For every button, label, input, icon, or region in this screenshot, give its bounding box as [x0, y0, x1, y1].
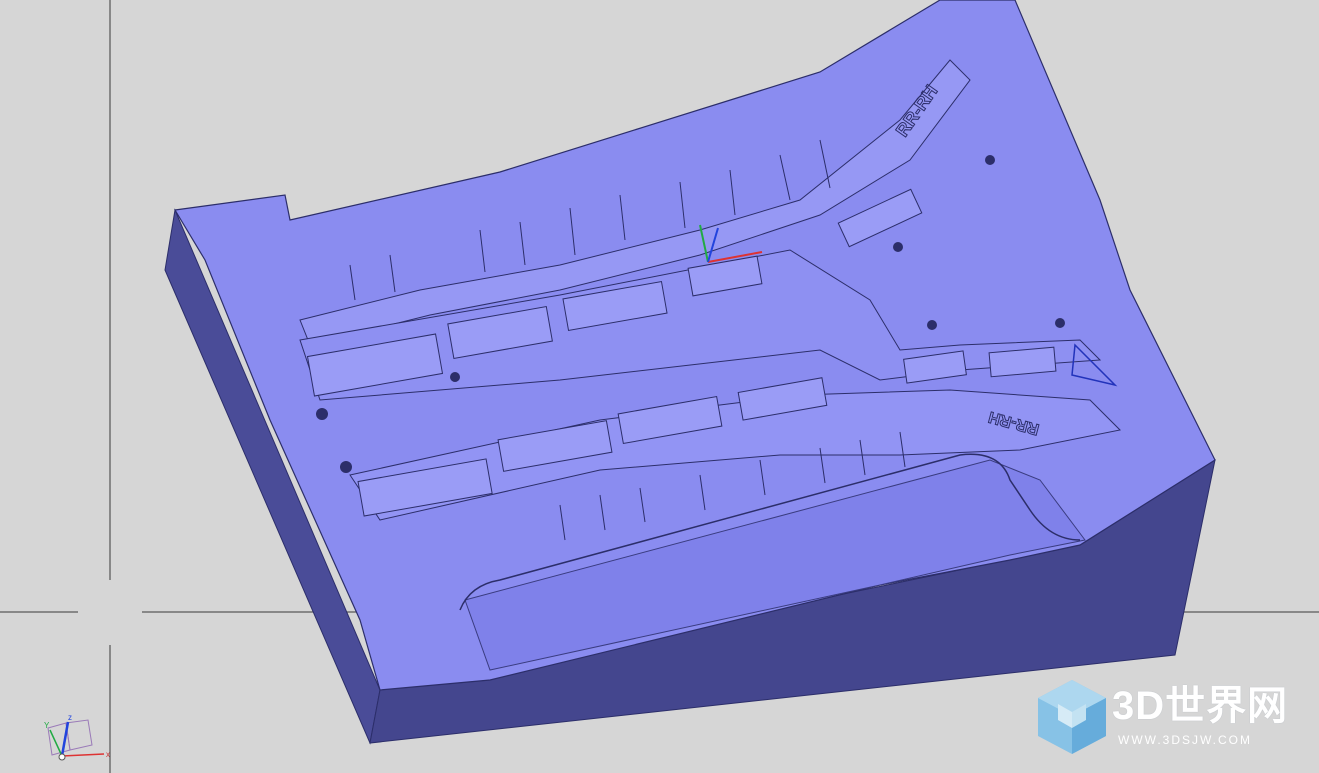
hole [927, 320, 937, 330]
hole [1055, 318, 1065, 328]
hole [985, 155, 995, 165]
hole [340, 461, 352, 473]
watermark-brand: 3D世界网 [1112, 684, 1289, 728]
model-scene[interactable]: RR-RH RR-RH x Y z [0, 0, 1319, 773]
3d-viewport[interactable]: RR-RH RR-RH x Y z 3D世界网 WWW.3DSJW.COM [0, 0, 1319, 773]
hole [450, 372, 460, 382]
triad-y-label: Y [44, 721, 50, 730]
triad-x-label: x [106, 750, 110, 759]
pad [988, 346, 1057, 378]
watermark-url: WWW.3DSJW.COM [1118, 733, 1252, 747]
hole [893, 242, 903, 252]
view-triad[interactable]: x Y z [44, 713, 110, 761]
triad-z-label: z [68, 713, 72, 722]
hole [316, 408, 328, 420]
watermark-logo-icon [1038, 680, 1106, 754]
triad-x-axis [61, 753, 105, 757]
